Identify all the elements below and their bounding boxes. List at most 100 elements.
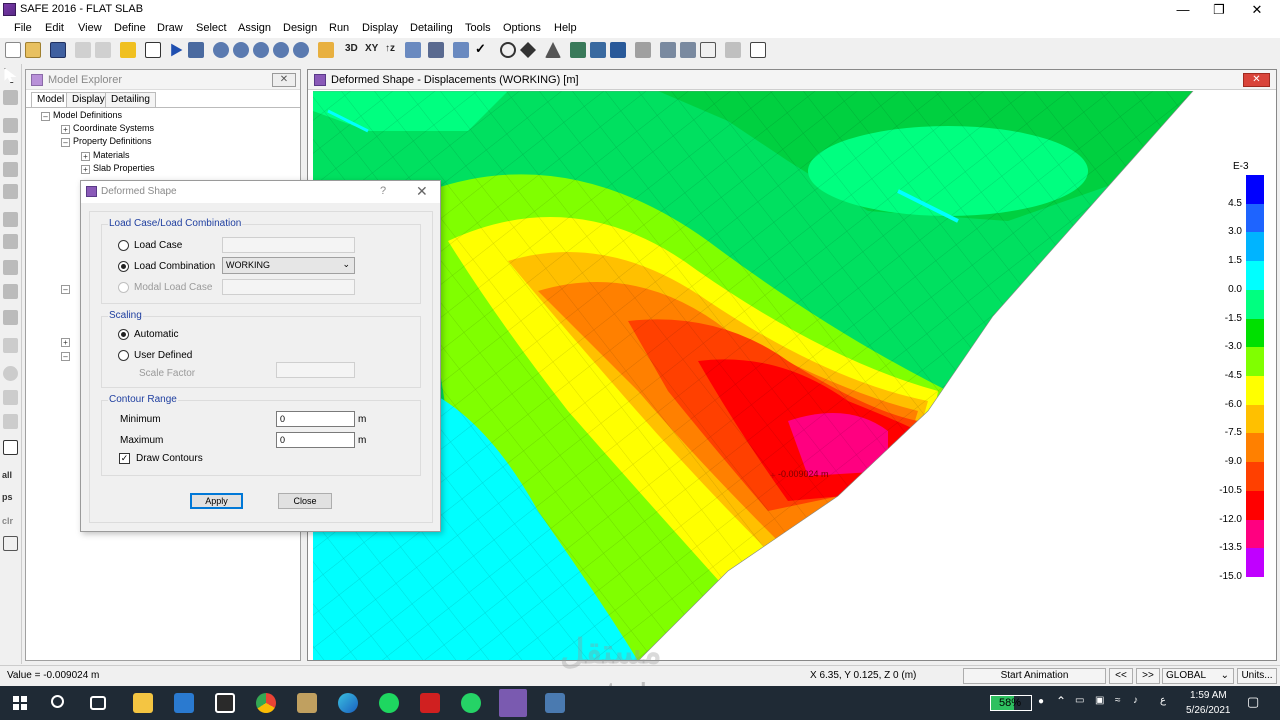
- displacement-contour-plot[interactable]: + -0.009024 m: [308, 91, 1276, 661]
- draw-line-load-icon[interactable]: [3, 338, 18, 353]
- menu-file[interactable]: File: [14, 22, 32, 34]
- help-icon[interactable]: ?: [380, 185, 386, 197]
- tree-item-collapsed[interactable]: –: [61, 350, 73, 361]
- support-icon[interactable]: [570, 42, 586, 58]
- chrome-icon[interactable]: [256, 693, 276, 713]
- chevron-down-icon[interactable]: ⌄: [1221, 669, 1229, 683]
- view-z-button[interactable]: ↑z: [385, 43, 395, 54]
- spotify-icon[interactable]: [379, 693, 399, 713]
- zoom-in-icon[interactable]: [253, 42, 269, 58]
- strip-forces-icon[interactable]: [635, 42, 651, 58]
- collapse-icon[interactable]: –: [61, 352, 70, 361]
- select-all-button[interactable]: all: [2, 470, 12, 480]
- search-icon[interactable]: [51, 695, 64, 708]
- draw-wall-icon[interactable]: [3, 234, 18, 249]
- battery-icon[interactable]: ▭: [1075, 695, 1084, 706]
- menu-run[interactable]: Run: [329, 22, 349, 34]
- apply-button[interactable]: Apply: [190, 493, 243, 509]
- menu-define[interactable]: Define: [114, 22, 146, 34]
- deformed-shape-viewport[interactable]: Deformed Shape - Displacements (WORKING)…: [307, 69, 1277, 661]
- lock-icon[interactable]: [145, 42, 161, 58]
- acrobat-icon[interactable]: [420, 693, 440, 713]
- draw-column-icon[interactable]: [3, 184, 18, 199]
- tree-item-property-definitions[interactable]: – Property Definitions: [61, 136, 152, 147]
- draw-slab-icon[interactable]: [3, 118, 18, 133]
- coordinate-system-select[interactable]: GLOBAL ⌄: [1162, 668, 1234, 684]
- menu-select[interactable]: Select: [196, 22, 227, 34]
- deformed-shape-icon[interactable]: [590, 42, 606, 58]
- reshape-icon[interactable]: [3, 90, 18, 105]
- user-defined-radio[interactable]: [118, 350, 129, 361]
- tree-item-collapsed[interactable]: +: [61, 336, 73, 347]
- etabs-icon[interactable]: [297, 693, 317, 713]
- close-icon[interactable]: ✕: [416, 183, 428, 200]
- edge-icon[interactable]: [338, 693, 358, 713]
- zoom-fit-icon[interactable]: [293, 42, 309, 58]
- tree-item-slab-properties[interactable]: + Slab Properties: [81, 163, 155, 174]
- tree-item-collapsed[interactable]: –: [61, 283, 73, 294]
- draw-rect-icon[interactable]: [3, 140, 18, 155]
- notifications-icon[interactable]: ▢: [1247, 694, 1259, 710]
- expand-icon[interactable]: +: [81, 152, 90, 161]
- file-explorer-icon[interactable]: [133, 693, 153, 713]
- model-lock-icon[interactable]: [188, 42, 204, 58]
- draw-beam-icon[interactable]: [3, 212, 18, 227]
- tree-item-coordinate-systems[interactable]: + Coordinate Systems: [61, 123, 154, 134]
- previous-step-button[interactable]: <<: [1109, 668, 1133, 684]
- table-icon[interactable]: [750, 42, 766, 58]
- zoom-restore-icon[interactable]: [233, 42, 249, 58]
- tree-item-materials[interactable]: + Materials: [81, 150, 130, 161]
- menu-tools[interactable]: Tools: [465, 22, 491, 34]
- input-language[interactable]: ع: [1160, 695, 1166, 706]
- store-icon[interactable]: [215, 693, 235, 713]
- clear-selection-button[interactable]: clr: [2, 516, 13, 526]
- start-animation-button[interactable]: Start Animation: [963, 668, 1106, 684]
- triangle-icon[interactable]: [545, 42, 561, 58]
- draw-area-icon[interactable]: [3, 162, 18, 177]
- clock-time[interactable]: 1:59 AM: [1190, 690, 1227, 701]
- automatic-radio[interactable]: [118, 329, 129, 340]
- rotate-view-icon[interactable]: [405, 42, 421, 58]
- tree-item-model-definitions[interactable]: – Model Definitions: [41, 110, 122, 121]
- draw-contours-checkbox[interactable]: ✓: [119, 453, 130, 464]
- save-icon[interactable]: [50, 42, 66, 58]
- pan-hand-icon[interactable]: [318, 42, 334, 58]
- draw-strip-icon[interactable]: [3, 260, 18, 275]
- expand-icon[interactable]: +: [61, 125, 70, 134]
- view-3d-button[interactable]: 3D: [345, 43, 358, 54]
- mail-icon[interactable]: [174, 693, 194, 713]
- volume-icon[interactable]: ♪: [1133, 695, 1138, 706]
- menu-draw[interactable]: Draw: [157, 22, 183, 34]
- intersecting-line-icon[interactable]: [3, 536, 18, 551]
- tab-detailing[interactable]: Detailing: [105, 92, 156, 107]
- view-xy-button[interactable]: XY: [365, 43, 378, 54]
- menu-assign[interactable]: Assign: [238, 22, 271, 34]
- dimension-icon[interactable]: [3, 390, 18, 405]
- draw-point-load-icon[interactable]: [3, 310, 18, 325]
- menu-detailing[interactable]: Detailing: [410, 22, 453, 34]
- units-button[interactable]: Units...: [1237, 668, 1277, 684]
- show-forces-icon[interactable]: [610, 42, 626, 58]
- pencil-icon[interactable]: [120, 42, 136, 58]
- collapse-icon[interactable]: –: [41, 112, 50, 121]
- wifi-icon[interactable]: ≈: [1115, 695, 1121, 706]
- menu-options[interactable]: Options: [503, 22, 541, 34]
- run-analysis-icon[interactable]: [171, 43, 183, 57]
- redo-icon[interactable]: [95, 42, 111, 58]
- menu-edit[interactable]: Edit: [45, 22, 64, 34]
- collapse-icon[interactable]: –: [61, 285, 70, 294]
- punching-icon[interactable]: [700, 42, 716, 58]
- calculator-icon[interactable]: [545, 693, 565, 713]
- task-view-icon[interactable]: [90, 696, 106, 710]
- load-combination-radio[interactable]: [118, 261, 129, 272]
- circle-icon[interactable]: [500, 42, 516, 58]
- draw-design-strip-icon[interactable]: [3, 366, 18, 381]
- menu-help[interactable]: Help: [554, 22, 577, 34]
- previous-selection-button[interactable]: ps: [2, 492, 13, 502]
- snap-grid-icon[interactable]: [3, 440, 18, 455]
- whatsapp-icon[interactable]: [461, 693, 481, 713]
- menu-view[interactable]: View: [78, 22, 102, 34]
- maximum-input[interactable]: 0: [276, 432, 355, 448]
- snap-icon[interactable]: [3, 414, 18, 429]
- slab-forces-icon[interactable]: [660, 42, 676, 58]
